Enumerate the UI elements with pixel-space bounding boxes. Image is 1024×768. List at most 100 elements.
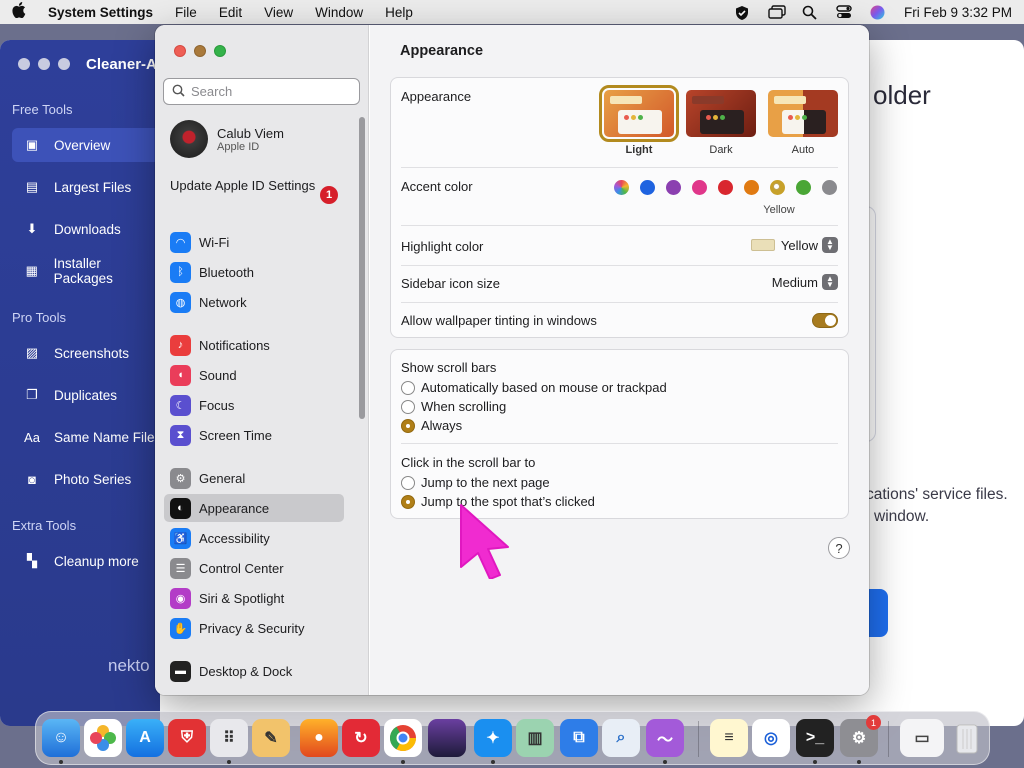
app-store-icon[interactable]: A (126, 719, 164, 757)
appearance-light-option[interactable] (599, 85, 679, 142)
menu-help[interactable]: Help (385, 5, 413, 20)
cleaner-broom-icon[interactable]: ✦ (474, 719, 512, 757)
accent-swatch[interactable] (796, 180, 811, 195)
sidebar-item-notifications[interactable]: ♪ Notifications (164, 331, 344, 359)
menu-app-name[interactable]: System Settings (48, 5, 153, 20)
sidebar-item-control-center[interactable]: ☰ Control Center (164, 554, 344, 582)
screenshot-icon: ▨ (25, 345, 39, 360)
search-input[interactable] (191, 84, 351, 99)
user-subtitle: Apple ID (217, 140, 260, 153)
gear-icon: ⚙ (170, 467, 191, 489)
screen-capture-icon[interactable]: ⧉ (560, 719, 598, 757)
sidebar-item-label: Siri & Spotlight (199, 590, 285, 606)
control-center-menu-icon[interactable] (836, 5, 852, 19)
bg-item-photo-series[interactable]: ◙ Photo Series (12, 462, 162, 496)
spotlight-search-icon[interactable] (802, 5, 818, 20)
sidebar-item-desktop-dock[interactable]: ▬ Desktop & Dock (164, 657, 344, 685)
scroll-when-scrolling-radio[interactable]: When scrolling (401, 399, 506, 414)
accent-swatch[interactable] (822, 180, 837, 195)
shield-status-icon[interactable] (734, 5, 750, 20)
sidebar-icon-size-popup[interactable]: Medium ▲ ▼ (772, 274, 838, 290)
apple-menu-icon[interactable] (12, 1, 30, 23)
sidebar-item-focus[interactable]: ☾ Focus (164, 391, 344, 419)
bg-item-cleanup-more[interactable]: ▚ Cleanup more (12, 544, 162, 578)
bg-item-duplicates[interactable]: ❐ Duplicates (12, 378, 162, 412)
window-switcher-icon[interactable] (768, 5, 786, 19)
help-button[interactable]: ? (828, 537, 850, 559)
menu-clock[interactable]: Fri Feb 9 3:32 PM (904, 5, 1012, 20)
zoom-window-button[interactable] (214, 45, 226, 57)
background-text-line1: cations' service files. (866, 486, 1008, 503)
notes-icon[interactable]: ≡ (710, 719, 748, 757)
update-badge: 1 (320, 186, 338, 204)
background-app-title: Cleaner-A (86, 56, 157, 73)
accent-swatch[interactable] (770, 180, 785, 195)
minimize-window-button[interactable] (194, 45, 206, 57)
cleanup-app-icon[interactable]: ↻ (342, 719, 380, 757)
sidebar-item-appearance[interactable]: ◐ Appearance (164, 494, 344, 522)
menu-window[interactable]: Window (315, 5, 363, 20)
bg-item-same-name-files[interactable]: Aa Same Name Files (12, 420, 162, 454)
sidebar-item-label: Accessibility (199, 530, 270, 546)
scroll-always-radio[interactable]: Always (401, 418, 462, 433)
moon-icon: ☾ (170, 394, 191, 416)
bg-item-downloads[interactable]: ⬇ Downloads (12, 212, 162, 246)
menu-file[interactable]: File (175, 5, 197, 20)
click-next-page-radio[interactable]: Jump to the next page (401, 475, 550, 490)
bg-item-largest-files[interactable]: ▤ Largest Files (12, 170, 162, 204)
menu-edit[interactable]: Edit (219, 5, 242, 20)
firefox-icon[interactable]: ● (300, 719, 338, 757)
launchpad-icon[interactable]: ⠿ (210, 719, 248, 757)
minimized-window-icon[interactable]: ▭ (900, 719, 944, 757)
disk-utility-icon[interactable]: ⌕ (602, 719, 640, 757)
sidebar-search[interactable] (163, 78, 360, 105)
close-window-button[interactable] (174, 45, 186, 57)
accent-swatch[interactable] (744, 180, 759, 195)
sidebar-item-accessibility[interactable]: ♿ Accessibility (164, 524, 344, 552)
background-traffic-lights (18, 58, 70, 70)
siri-menu-icon[interactable] (870, 5, 886, 20)
background-action-button[interactable] (866, 589, 888, 637)
sidebar-item-wi-fi[interactable]: ◠ Wi-Fi (164, 228, 344, 256)
sidebar-item-siri-spotlight[interactable]: ◉ Siri & Spotlight (164, 584, 344, 612)
globe-icon: ◍ (170, 291, 191, 313)
bg-item-overview[interactable]: ▣ Overview (12, 128, 162, 162)
sidebar-item-bluetooth[interactable]: ᛒ Bluetooth (164, 258, 344, 286)
extra-tools-heading: Extra Tools (12, 518, 77, 533)
finder-icon[interactable]: ☺ (42, 719, 80, 757)
photos-icon[interactable] (84, 719, 122, 757)
speed-app-icon[interactable]: ◎ (752, 719, 790, 757)
bell-icon: ♪ (170, 334, 191, 356)
terminal-icon[interactable]: >_ (796, 719, 834, 757)
archive-utility-icon[interactable]: ▥ (516, 719, 554, 757)
wallpaper-tinting-toggle[interactable] (812, 313, 838, 328)
apple-id-profile[interactable]: Calub Viem Apple ID (170, 120, 284, 158)
highlight-color-popup[interactable]: Yellow ▲ ▼ (750, 237, 838, 253)
accent-swatch[interactable] (614, 180, 629, 195)
security-app-icon[interactable]: ⛨ (168, 719, 206, 757)
sidebar-scrollbar[interactable] (359, 117, 365, 419)
sidebar-item-network[interactable]: ◍ Network (164, 288, 344, 316)
wallpaper-tinting-label: Allow wallpaper tinting in windows (401, 313, 597, 328)
accent-swatch[interactable] (640, 180, 655, 195)
activity-monitor-icon[interactable]: 〜 (646, 719, 684, 757)
show-scroll-bars-label: Show scroll bars (401, 360, 497, 375)
wallpaper-app-icon[interactable] (428, 719, 466, 757)
bg-item-screenshots[interactable]: ▨ Screenshots (12, 336, 162, 370)
preview-icon[interactable]: ✎ (252, 719, 290, 757)
trash-icon[interactable] (948, 719, 986, 757)
sidebar-item-sound[interactable]: ◖ Sound (164, 361, 344, 389)
menu-view[interactable]: View (264, 5, 293, 20)
sidebar-item-privacy-security[interactable]: ✋ Privacy & Security (164, 614, 344, 642)
appearance-dark-option[interactable] (686, 90, 756, 137)
sidebar-item-screen-time[interactable]: ⧗ Screen Time (164, 421, 344, 449)
scroll-automatic-radio[interactable]: Automatically based on mouse or trackpad (401, 380, 667, 395)
accent-swatch[interactable] (666, 180, 681, 195)
click-scroll-bar-label: Click in the scroll bar to (401, 455, 536, 470)
accent-swatch[interactable] (692, 180, 707, 195)
accent-swatch[interactable] (718, 180, 733, 195)
sidebar-item-general[interactable]: ⚙ General (164, 464, 344, 492)
bg-item-installer-packages[interactable]: ▦ Installer Packages (12, 254, 162, 288)
appearance-auto-option[interactable] (768, 90, 838, 137)
chrome-icon[interactable] (384, 719, 422, 757)
